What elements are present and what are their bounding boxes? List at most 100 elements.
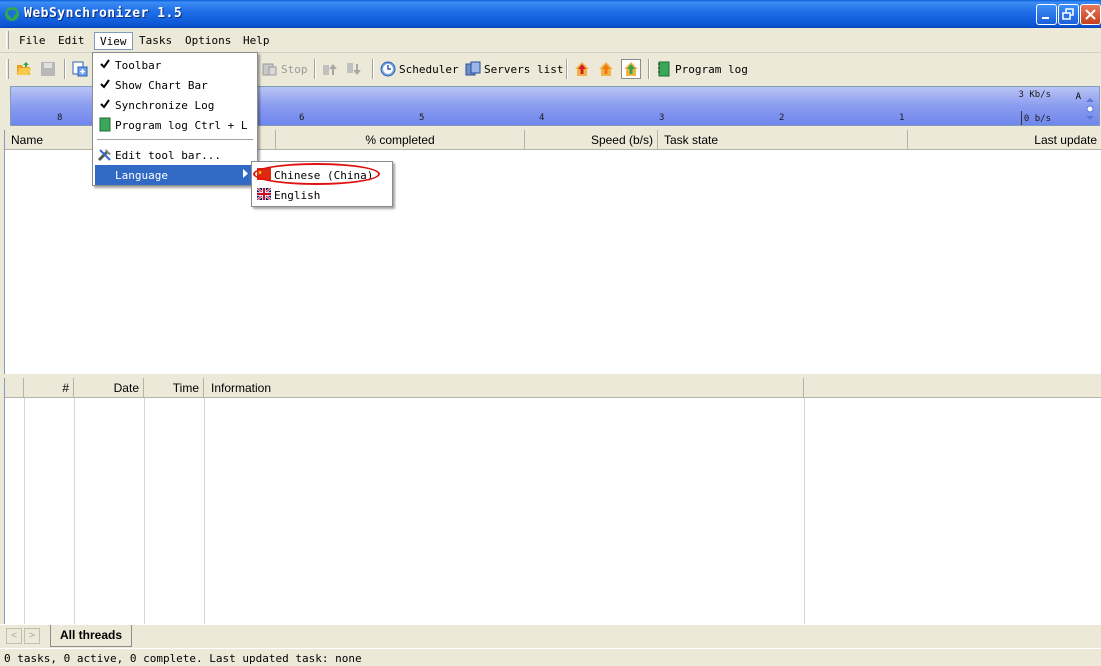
chart-tick: 3 [659, 113, 665, 123]
toolbar-separator [314, 59, 316, 79]
uk-flag-icon [256, 187, 272, 201]
chart-tick: 5 [419, 113, 425, 123]
servers-icon [465, 61, 481, 77]
status-bar: 0 tasks, 0 active, 0 complete. Last upda… [0, 648, 1101, 666]
column-header-completed[interactable]: % completed [276, 130, 525, 150]
view-menu-toolbar-label: Toolbar [115, 59, 162, 72]
home-orange-button[interactable] [598, 59, 614, 79]
view-menu-program-log-label: Program log Ctrl + L [115, 119, 248, 132]
toolbar-separator [64, 59, 66, 79]
house-green-icon [623, 61, 639, 77]
status-text: 0 tasks, 0 active, 0 complete. Last upda… [4, 652, 362, 665]
log-list[interactable]: # Date Time Information [4, 378, 1101, 624]
submenu-arrow-icon [243, 169, 249, 181]
view-menu-edit-tool-bar-label: Edit tool bar... [115, 149, 221, 162]
program-log-icon [656, 61, 672, 77]
toolbar-grip[interactable] [6, 59, 9, 79]
house-red-icon [574, 61, 590, 77]
view-menu-language-label: Language [115, 169, 168, 182]
view-menu: Toolbar Show Chart Bar Synchronize Log P… [92, 52, 258, 186]
move-up-icon [322, 61, 338, 77]
menu-tasks[interactable]: Tasks [134, 32, 177, 50]
folder-open-icon [16, 61, 32, 77]
tab-scroll-left-button[interactable]: < [6, 628, 22, 644]
servers-list-button[interactable]: Servers list [465, 59, 563, 79]
app-globe-icon [4, 6, 20, 22]
menu-help[interactable]: Help [238, 32, 275, 50]
menu-view[interactable]: View [94, 32, 133, 50]
add-task-icon [72, 61, 88, 77]
menubar-grip[interactable] [6, 31, 9, 49]
view-menu-toolbar[interactable]: Toolbar [95, 55, 255, 75]
scheduler-button[interactable]: Scheduler [380, 59, 459, 79]
language-english[interactable]: English [255, 185, 391, 205]
column-header-speed[interactable]: Speed (b/s) [525, 130, 658, 150]
menu-options[interactable]: Options [180, 32, 236, 50]
view-menu-show-chart-bar[interactable]: Show Chart Bar [95, 75, 255, 95]
stop-button[interactable]: Stop [262, 59, 308, 79]
close-button[interactable] [1080, 4, 1101, 25]
tab-scroll-right-button[interactable]: > [24, 628, 40, 644]
toolbar-separator [566, 59, 568, 79]
program-log-button[interactable]: Program log [656, 59, 748, 79]
checkmark-icon [99, 98, 111, 110]
home-green-button[interactable] [621, 59, 641, 79]
menu-separator [97, 139, 253, 141]
view-menu-language[interactable]: Language [95, 165, 255, 185]
toolbar-separator [648, 59, 650, 79]
tab-bar: < > All threads [0, 624, 1101, 648]
chart-tick: 6 [299, 113, 305, 123]
column-header-number[interactable]: # [24, 378, 74, 398]
house-orange-icon [598, 61, 614, 77]
chart-axis-line [1021, 111, 1022, 125]
stop-label: Stop [281, 62, 308, 76]
window-title: WebSynchronizer 1.5 [24, 6, 183, 21]
program-log-label: Program log [675, 62, 748, 76]
chart-y-min-label: 0 b/s [1023, 114, 1051, 124]
column-header-information[interactable]: Information [204, 378, 804, 398]
chart-tick: 2 [779, 113, 785, 123]
view-menu-show-chart-bar-label: Show Chart Bar [115, 79, 208, 92]
view-menu-program-log[interactable]: Program log Ctrl + L [95, 115, 255, 135]
annotation-highlight-ring [253, 163, 380, 185]
add-task-button[interactable] [72, 59, 88, 79]
column-header-task-state[interactable]: Task state [658, 130, 908, 150]
save-icon [40, 61, 56, 77]
menu-file[interactable]: File [14, 32, 51, 50]
checkmark-icon [99, 58, 111, 70]
restore-button[interactable] [1058, 4, 1079, 25]
chart-y-max-label: 3 Kb/s [1018, 90, 1051, 100]
column-divider [74, 398, 75, 624]
chart-tick: 4 [539, 113, 545, 123]
menu-edit[interactable]: Edit [53, 32, 90, 50]
save-button[interactable] [40, 59, 56, 79]
column-header-last-update[interactable]: Last update [908, 130, 1101, 150]
servers-list-label: Servers list [484, 62, 564, 76]
chart-scale-spinner[interactable] [1085, 97, 1095, 121]
language-english-label: English [274, 189, 321, 202]
view-menu-edit-tool-bar[interactable]: Edit tool bar... [95, 145, 255, 165]
column-divider [204, 398, 205, 624]
column-divider [24, 398, 25, 624]
open-button[interactable] [16, 59, 32, 79]
column-header-date[interactable]: Date [74, 378, 144, 398]
tab-all-threads[interactable]: All threads [50, 625, 132, 647]
menu-bar: File Edit View Tasks Options Help [0, 28, 1101, 53]
scheduler-label: Scheduler [399, 62, 459, 76]
clock-icon [380, 61, 396, 77]
move-down-icon [346, 61, 362, 77]
move-up-button[interactable] [322, 59, 338, 79]
toolbar-separator [372, 59, 374, 79]
title-bar[interactable]: WebSynchronizer 1.5 [0, 0, 1101, 28]
chart-scale-label: A [1075, 92, 1081, 102]
tools-icon [97, 147, 113, 162]
view-menu-synchronize-log[interactable]: Synchronize Log [95, 95, 255, 115]
column-header-icon[interactable] [5, 378, 24, 398]
stop-icon [262, 61, 278, 77]
checkmark-icon [99, 78, 111, 90]
column-header-time[interactable]: Time [144, 378, 204, 398]
move-down-button[interactable] [346, 59, 362, 79]
view-menu-synchronize-log-label: Synchronize Log [115, 99, 215, 112]
minimize-button[interactable] [1036, 4, 1057, 25]
home-red-button[interactable] [574, 59, 590, 79]
